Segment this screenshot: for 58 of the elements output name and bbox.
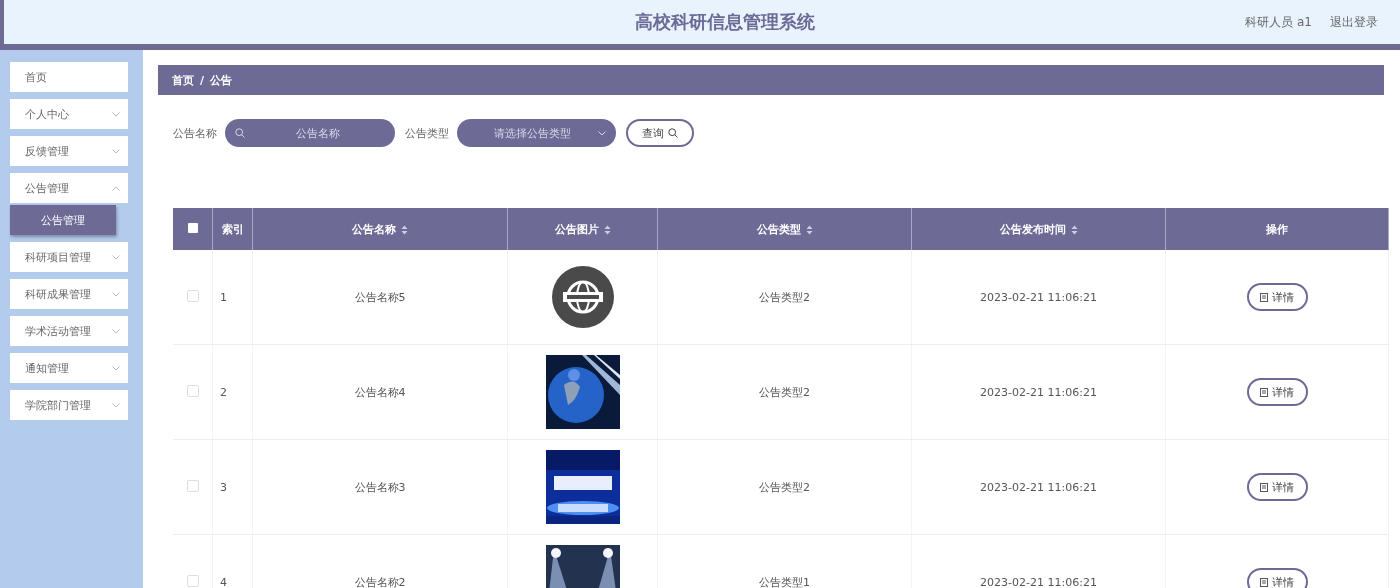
table-cell: 2023-02-21 11:06:21	[911, 344, 1166, 440]
details-button[interactable]: 详情	[1246, 568, 1308, 588]
search-button[interactable]: 查询	[626, 119, 694, 147]
table-cell: 公告名称5	[252, 250, 508, 345]
sidebar-item[interactable]: 个人中心	[10, 99, 128, 129]
chevron-icon	[598, 130, 606, 136]
table-cell: 4	[212, 534, 253, 588]
sidebar-item[interactable]: 科研项目管理	[10, 242, 128, 272]
search-icon	[235, 128, 245, 138]
table-cell: 2023-02-21 11:06:21	[911, 534, 1166, 588]
row-checkbox[interactable]	[186, 574, 199, 587]
row-checkbox[interactable]	[186, 289, 199, 302]
document-icon	[1260, 482, 1268, 492]
row-checkbox[interactable]	[186, 479, 199, 492]
table-cell: 公告名称3	[252, 439, 508, 535]
table-cell: 公告名称4	[252, 344, 508, 440]
document-icon	[1260, 387, 1268, 397]
column-header: 索引	[212, 208, 253, 250]
table-cell: 公告类型2	[657, 344, 912, 440]
table-cell: 公告类型2	[657, 250, 912, 345]
breadcrumb-separator: /	[200, 73, 205, 87]
table-cell: 公告类型2	[657, 439, 912, 535]
table-cell: 1	[212, 250, 253, 345]
table-cell: 2023-02-21 11:06:21	[911, 250, 1166, 345]
document-icon	[1260, 577, 1268, 587]
user-label: 科研人员 a1	[1245, 13, 1312, 31]
sidebar-item[interactable]: 通知管理	[10, 353, 128, 383]
sidebar-item[interactable]: 学术活动管理	[10, 316, 128, 346]
table-cell: 公告名称2	[252, 534, 508, 588]
sidebar-item[interactable]: 科研成果管理	[10, 279, 128, 309]
table-cell: 2	[212, 344, 253, 440]
search-icon	[668, 128, 678, 138]
column-header: 操作	[1165, 208, 1389, 250]
details-button[interactable]: 详情	[1246, 283, 1308, 311]
table-cell: 2023-02-21 11:06:21	[911, 439, 1166, 535]
sidebar-item[interactable]: 反馈管理	[10, 136, 128, 166]
column-header[interactable]: 公告图片	[507, 208, 658, 250]
details-button[interactable]: 详情	[1246, 378, 1308, 406]
column-header[interactable]: 公告发布时间	[911, 208, 1166, 250]
select-all-checkbox[interactable]	[187, 222, 198, 233]
search-field[interactable]: 公告名称	[225, 119, 395, 147]
column-header[interactable]: 公告名称	[252, 208, 508, 250]
table-cell: 公告类型1	[657, 534, 912, 588]
breadcrumb-link[interactable]: 首页	[172, 72, 194, 88]
sidebar-item[interactable]: 学院部门管理	[10, 390, 128, 420]
logout-link[interactable]: 退出登录	[1330, 13, 1378, 31]
row-checkbox[interactable]	[186, 384, 199, 397]
app-title: 高校科研信息管理系统	[633, 10, 816, 34]
column-header[interactable]: 公告类型	[657, 208, 912, 250]
field-label: 公告类型	[405, 125, 449, 141]
details-button[interactable]: 详情	[1246, 473, 1308, 501]
document-icon	[1260, 292, 1268, 302]
type-dropdown[interactable]: 请选择公告类型	[457, 119, 616, 147]
field-label: 公告名称	[173, 125, 217, 141]
sidebar-item[interactable]: 公告管理	[10, 173, 128, 203]
table-cell: 3	[212, 439, 253, 535]
sidebar-item[interactable]: 首页	[10, 62, 128, 92]
sidebar-subitem[interactable]: 公告管理	[10, 205, 116, 235]
